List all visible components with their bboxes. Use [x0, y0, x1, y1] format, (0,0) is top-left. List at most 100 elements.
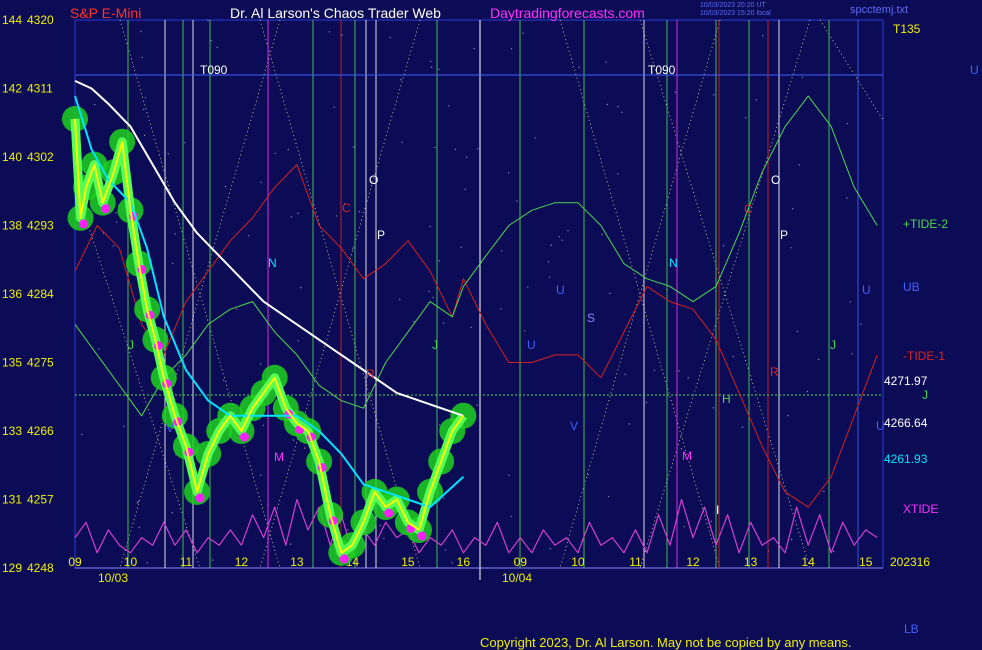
star-dot	[171, 262, 174, 265]
chart-letter: T090	[648, 63, 676, 77]
star-dot	[787, 414, 789, 417]
star-dot	[674, 91, 677, 93]
star-dot	[806, 390, 809, 393]
star-dot	[817, 358, 820, 361]
chart-title: Dr. Al Larson's Chaos Trader Web	[230, 5, 441, 21]
star-dot	[81, 433, 83, 436]
y-cycle-tick: 135	[2, 356, 22, 370]
star-dot	[262, 424, 264, 427]
star-dot	[605, 61, 607, 63]
star-dot	[851, 353, 853, 355]
star-dot	[466, 156, 468, 159]
site-link[interactable]: Daytradingforecasts.com	[490, 5, 645, 21]
y-price-tick: 4302	[27, 150, 54, 164]
star-dot	[548, 276, 551, 278]
right-label: U	[970, 63, 979, 77]
star-dot	[823, 490, 825, 493]
star-dot	[140, 30, 142, 33]
price-drop-marker	[339, 554, 349, 564]
y-cycle-tick: 133	[2, 424, 22, 438]
star-dot	[353, 146, 355, 148]
star-dot	[438, 260, 440, 262]
lb-label: LB	[904, 622, 919, 636]
series-xtide-line	[74, 498, 878, 554]
star-dot	[399, 298, 401, 301]
y-price-tick: 4257	[27, 493, 54, 507]
data-file: spcctemj.txt	[850, 4, 909, 16]
star-dot	[653, 369, 656, 371]
star-dot	[260, 474, 262, 476]
star-dot	[527, 286, 529, 288]
x-hour-tick: 16	[457, 555, 471, 569]
star-dot	[460, 246, 462, 248]
y-cycle-tick: 131	[2, 493, 22, 507]
chart-letter: N	[268, 256, 277, 270]
star-dot	[413, 320, 415, 323]
right-label: +TIDE-2	[903, 217, 948, 231]
star-dot	[174, 233, 176, 235]
right-label: 4261.93	[884, 452, 928, 466]
x-hour-tick: 13	[744, 555, 758, 569]
star-dot	[451, 562, 453, 564]
chart-letter: V	[166, 421, 174, 435]
star-dot	[222, 379, 225, 382]
star-dot	[567, 229, 569, 232]
star-dot	[335, 215, 338, 217]
star-dot	[400, 79, 402, 81]
y-cycle-tick: 140	[2, 150, 22, 164]
chart-letter: U	[862, 283, 871, 297]
right-label: 4271.97	[884, 374, 928, 388]
star-dot	[289, 543, 292, 545]
star-dot	[290, 216, 293, 218]
y-cycle-tick: 136	[2, 287, 22, 301]
star-dot	[792, 208, 794, 210]
timestamp-local: 10/03/2023 15:20 local	[700, 10, 771, 17]
x-hour-tick: 11	[180, 555, 193, 569]
chart-letter: P	[780, 228, 788, 242]
star-dot	[476, 404, 478, 406]
star-dot	[683, 525, 685, 528]
star-dot	[358, 211, 360, 213]
price-drop-marker	[195, 493, 205, 503]
star-dot	[621, 111, 623, 114]
star-dot	[761, 35, 764, 37]
x-date-tick: 10/04	[502, 571, 532, 585]
star-dot	[624, 373, 626, 376]
star-dot	[732, 355, 734, 358]
star-dot	[146, 562, 148, 564]
star-dot	[477, 148, 479, 150]
star-dot	[300, 286, 302, 289]
star-dot	[534, 137, 536, 139]
tag-t135: T135	[893, 22, 921, 36]
star-dot	[801, 76, 804, 79]
star-dot	[846, 197, 848, 199]
star-dot	[609, 292, 611, 295]
star-dot	[617, 105, 619, 108]
star-dot	[741, 426, 744, 428]
star-dot	[136, 502, 139, 504]
star-dot	[745, 117, 747, 119]
star-dot	[434, 146, 436, 149]
right-label: J	[922, 388, 928, 402]
star-dot	[790, 247, 792, 249]
x-hour-tick: 14	[801, 555, 815, 569]
star-dot	[143, 108, 145, 111]
star-dot	[287, 149, 290, 151]
star-dot	[549, 547, 552, 550]
star-dot	[444, 549, 447, 551]
star-dot	[428, 290, 430, 293]
x-date-tick: 10/03	[98, 571, 128, 585]
chart-letter: N	[669, 256, 678, 270]
x-hour-tick: 09	[68, 555, 82, 569]
star-dot	[501, 250, 503, 252]
star-dot	[216, 46, 219, 49]
star-dot	[115, 212, 117, 214]
right-label: XTIDE	[903, 502, 938, 516]
star-dot	[94, 103, 96, 106]
star-dot	[500, 308, 502, 310]
star-dot	[722, 245, 725, 247]
star-dot	[333, 106, 336, 108]
right-label: 4266.64	[884, 416, 928, 430]
star-dot	[116, 221, 118, 223]
price-drop-marker	[79, 219, 89, 229]
